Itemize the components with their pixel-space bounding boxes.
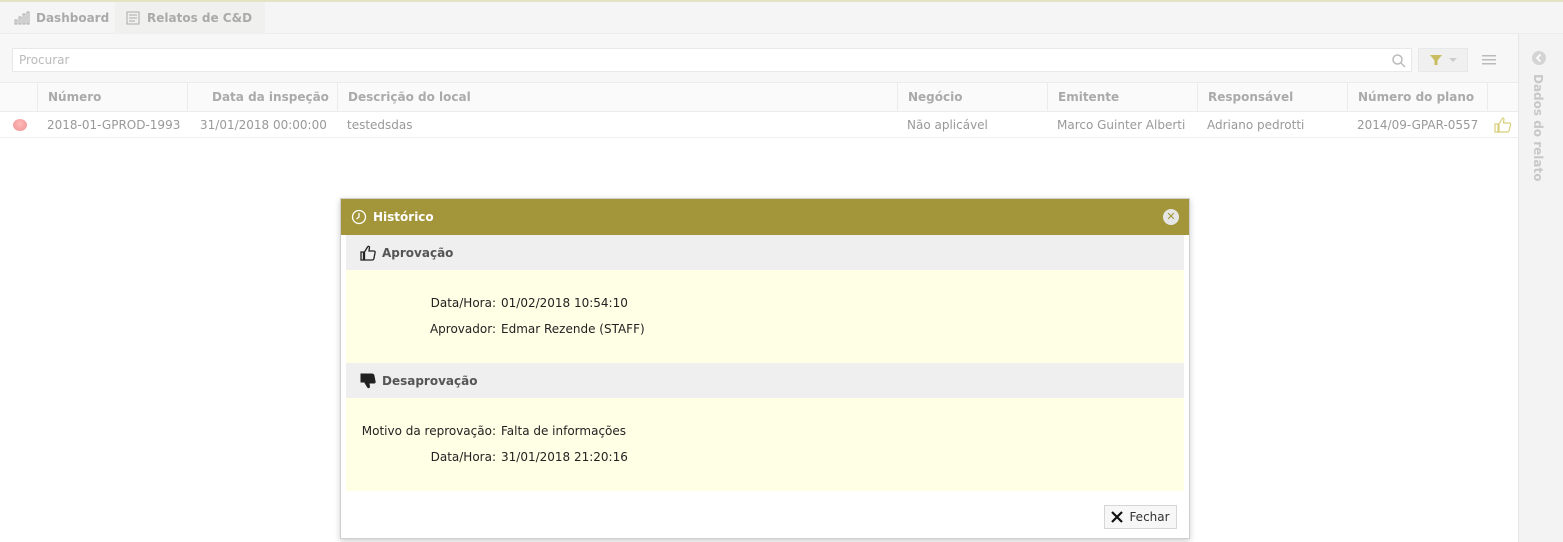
- cell-responsavel: Adriano pedrotti: [1207, 118, 1305, 132]
- data-grid: Número Data da inspeção Descrição do loc…: [0, 82, 1518, 138]
- bar-chart-icon: [14, 11, 30, 25]
- field-label: Aprovador:: [429, 322, 496, 336]
- cell-plano: 2014/09-GPAR-0557: [1357, 118, 1479, 132]
- thumbs-down-icon: [360, 373, 376, 388]
- disapproval-section-body: Motivo da reprovação: Falta de informaçõ…: [346, 398, 1184, 491]
- field-label: Motivo da reprovação:: [361, 424, 496, 438]
- cell-emitente: Marco Guinter Alberti: [1057, 118, 1186, 132]
- clock-icon: [351, 209, 367, 225]
- dialog-title: Histórico: [373, 210, 434, 224]
- dialog-header: Histórico: [341, 199, 1189, 235]
- disapproval-datetime: Data/Hora: 31/01/2018 21:20:16: [346, 447, 1184, 467]
- approval-datetime: Data/Hora: 01/02/2018 10:54:10: [346, 293, 1184, 313]
- toolbar: [0, 34, 1518, 82]
- disapproval-reason: Motivo da reprovação: Falta de informaçõ…: [346, 421, 1184, 441]
- close-button-label: Fechar: [1129, 510, 1170, 524]
- disapproval-title: Desaprovação: [382, 373, 478, 388]
- field-label: Data/Hora:: [430, 296, 496, 310]
- field-value: Falta de informações: [501, 424, 627, 438]
- tab-label: Relatos de C&D: [147, 11, 253, 25]
- app-window: Dashboard Relatos de C&D Procurar Número…: [0, 0, 1563, 542]
- side-panel-label[interactable]: Dados do relato: [1531, 74, 1545, 181]
- column-header-actions: [1487, 83, 1518, 112]
- dialog-footer: Fechar: [341, 492, 1189, 538]
- history-dialog: Histórico ✕ Aprovação Data/Hora: 01/02/2…: [340, 198, 1190, 539]
- chevron-down-icon: [1449, 58, 1457, 62]
- chevron-left-icon[interactable]: [1532, 51, 1546, 65]
- filter-icon: [1430, 55, 1442, 65]
- column-header-descricao[interactable]: Descrição do local: [337, 83, 897, 112]
- tab-label: Dashboard: [36, 11, 110, 25]
- approval-section-body: Data/Hora: 01/02/2018 10:54:10 Aprovador…: [346, 270, 1184, 363]
- approval-approver: Aprovador: Edmar Rezende (STAFF): [346, 319, 1184, 339]
- side-panel: Dados do relato: [1518, 34, 1563, 542]
- cell-descricao: testedsdas: [347, 118, 413, 132]
- search-input[interactable]: [13, 49, 1411, 71]
- tab-bar: Dashboard Relatos de C&D: [0, 2, 1563, 34]
- grid-header: Número Data da inspeção Descrição do loc…: [0, 82, 1518, 112]
- approval-section-header: Aprovação: [346, 235, 1184, 270]
- search-icon[interactable]: [1391, 53, 1407, 69]
- list-icon: [1482, 55, 1496, 65]
- field-value: 01/02/2018 10:54:10: [501, 296, 628, 310]
- cell-data: 31/01/2018 00:00:00: [200, 118, 327, 132]
- menu-button[interactable]: [1474, 48, 1504, 72]
- thumbs-up-icon: [360, 245, 376, 261]
- column-header-negocio[interactable]: Negócio: [897, 83, 1047, 112]
- disapproval-section-header: Desaprovação: [346, 363, 1184, 398]
- field-value: Edmar Rezende (STAFF): [501, 322, 645, 336]
- close-icon[interactable]: ✕: [1163, 209, 1179, 225]
- cell-negocio: Não aplicável: [907, 118, 988, 132]
- tab-dashboard[interactable]: Dashboard: [14, 2, 109, 34]
- column-header-responsavel[interactable]: Responsável: [1197, 83, 1347, 112]
- close-button[interactable]: Fechar: [1104, 505, 1177, 529]
- field-label: Data/Hora:: [430, 450, 496, 464]
- close-icon: [1111, 511, 1124, 523]
- thumbs-up-icon[interactable]: [1494, 117, 1512, 133]
- document-icon: [126, 11, 140, 25]
- column-header-emitente[interactable]: Emitente: [1047, 83, 1197, 112]
- column-header-data[interactable]: Data da inspeção: [187, 83, 337, 112]
- column-header-numero[interactable]: Número: [37, 83, 187, 112]
- approval-title: Aprovação: [382, 245, 454, 260]
- search-box: [12, 48, 1412, 72]
- filter-button[interactable]: [1418, 48, 1468, 72]
- table-row[interactable]: 2018-01-GPROD-1993 31/01/2018 00:00:00 t…: [0, 112, 1518, 138]
- field-value: 31/01/2018 21:20:16: [501, 450, 628, 464]
- cell-numero: 2018-01-GPROD-1993: [47, 118, 181, 132]
- tab-relatos[interactable]: Relatos de C&D: [115, 2, 265, 34]
- column-header-plano[interactable]: Número do plano: [1347, 83, 1487, 112]
- status-indicator: [13, 119, 27, 131]
